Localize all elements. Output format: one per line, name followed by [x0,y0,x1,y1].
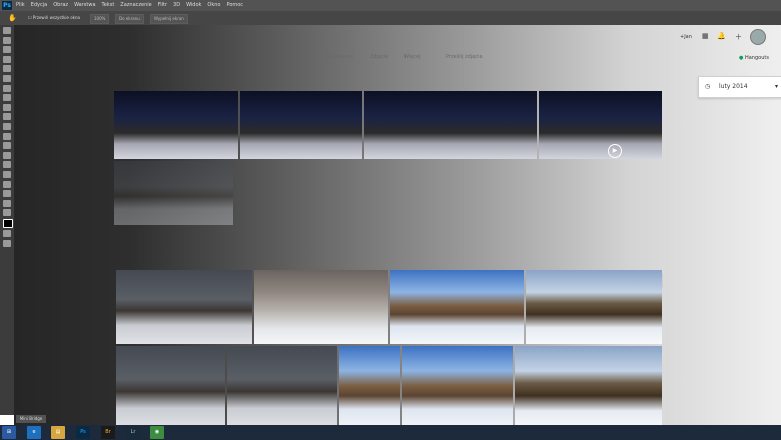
date-dropdown[interactable]: ◷ luty 2014 ▾ [698,76,781,98]
shape-tool-icon[interactable] [3,190,11,198]
plus-icon[interactable]: ＋ [735,32,742,42]
grid-icon[interactable]: ▦ [702,32,709,40]
scroll-all-label: Przewiń wszystkie okna [32,15,80,20]
hangouts-link[interactable]: ● Hangouts [739,55,769,61]
brush-tool-icon[interactable] [3,94,11,102]
taskbar-ie[interactable]: e [27,426,41,439]
windows-taskbar: ⊞ e ▤ Ps Br Lr ◉ [0,425,781,440]
avatar[interactable] [750,29,766,45]
blur-tool-icon[interactable] [3,142,11,150]
photo-thumbnail[interactable] [114,161,233,225]
tab-najciekawsze[interactable]: Najciekawsze [320,54,354,60]
taskbar-lightroom[interactable]: Lr [126,426,140,439]
menu-widok[interactable]: Widok [186,0,201,11]
zoom-tool-icon[interactable] [3,209,11,217]
menu-okno[interactable]: Okno [207,0,220,11]
hand-tool-icon[interactable] [3,199,11,207]
play-icon[interactable]: ▶ [608,144,622,158]
taskbar-chrome[interactable]: ◉ [150,426,164,439]
stamp-tool-icon[interactable] [3,103,11,111]
scroll-all-windows-checkbox[interactable]: ☐ Przewiń wszystkie okna [28,11,80,25]
photo-thumbnail[interactable] [114,91,238,159]
photo-thumbnail[interactable] [116,346,225,425]
photo-thumbnail[interactable] [364,91,537,159]
lasso-tool-icon[interactable] [3,46,11,54]
document-canvas: +Jan ▦ 🔔 ＋ Najciekawsze Zdjęcia Więcej ▾… [14,25,781,425]
menu-list: Plik Edycja Obraz Warstwa Tekst Zaznacze… [16,0,243,11]
menu-plik[interactable]: Plik [16,0,25,11]
history-brush-tool-icon[interactable] [3,113,11,121]
photo-thumbnail[interactable] [240,91,362,159]
user-name[interactable]: +Jan [680,34,692,40]
fit-screen-button[interactable]: Do ekranu [115,14,144,24]
photo-thumbnail[interactable] [227,346,337,425]
google-plus-topbar: +Jan ▦ 🔔 ＋ [674,25,781,50]
chevron-down-icon: ▾ [774,83,778,90]
path-select-tool-icon[interactable] [3,180,11,188]
mini-bridge-tab[interactable]: Mini Bridge [16,415,46,423]
menu-filtr[interactable]: Filtr [158,0,167,11]
photo-thumbnail[interactable] [402,346,513,425]
marquee-tool-icon[interactable] [3,36,11,44]
pen-tool-icon[interactable] [3,161,11,169]
tools-panel [0,25,14,415]
chevron-down-icon: ▾ [404,54,407,60]
date-label: luty 2014 [719,83,748,90]
hangouts-icon: ● [739,55,744,61]
eraser-tool-icon[interactable] [3,122,11,130]
photo-thumbnail[interactable] [254,270,388,344]
photo-thumbnail[interactable] [390,270,524,344]
healing-tool-icon[interactable] [3,84,11,92]
photo-thumbnail[interactable] [526,270,662,344]
menu-pomoc[interactable]: Pomoc [226,0,243,11]
hangouts-label: Hangouts [744,55,769,61]
tab-zdjecia[interactable]: Zdjęcia [370,54,388,60]
menu-edycja[interactable]: Edycja [31,0,48,11]
options-bar: ✋ ☐ Przewiń wszystkie okna 100% Do ekran… [0,11,781,25]
menu-tekst[interactable]: Tekst [102,0,115,11]
screen-mode-icon[interactable] [3,240,11,248]
photo-thumbnail[interactable] [339,346,400,425]
hand-tool-icon: ✋ [8,14,17,22]
photo-thumbnail[interactable] [515,346,662,425]
photoshop-menubar: Ps Plik Edycja Obraz Warstwa Tekst Zazna… [0,0,781,11]
move-tool-icon[interactable] [3,27,11,34]
taskbar-bridge[interactable]: Br [101,426,115,439]
eyedropper-tool-icon[interactable] [3,74,11,82]
quick-mask-icon[interactable] [3,230,11,238]
menu-zaznaczenie[interactable]: Zaznaczenie [120,0,151,11]
zoom-100-button[interactable]: 100% [90,14,110,24]
photo-thumbnail[interactable] [116,270,252,344]
start-button[interactable]: ⊞ [2,426,16,439]
color-swatch[interactable] [3,218,13,228]
crop-tool-icon[interactable] [3,65,11,73]
menu-3d[interactable]: 3D [173,0,180,11]
clock-icon: ◷ [705,83,711,90]
fill-screen-button[interactable]: Wypełnij ekran [150,14,188,24]
tab-przeslij[interactable]: Prześlij zdjęcia [446,54,483,60]
type-tool-icon[interactable] [3,170,11,178]
dodge-tool-icon[interactable] [3,151,11,159]
photoshop-logo: Ps [2,1,12,10]
bell-icon[interactable]: 🔔 [717,32,726,40]
taskbar-photoshop[interactable]: Ps [76,426,90,439]
video-thumbnail[interactable] [539,91,662,159]
taskbar-explorer[interactable]: ▤ [51,426,65,439]
menu-obraz[interactable]: Obraz [53,0,68,11]
quick-select-tool-icon[interactable] [3,55,11,63]
gradient-tool-icon[interactable] [3,132,11,140]
menu-warstwa[interactable]: Warstwa [74,0,95,11]
